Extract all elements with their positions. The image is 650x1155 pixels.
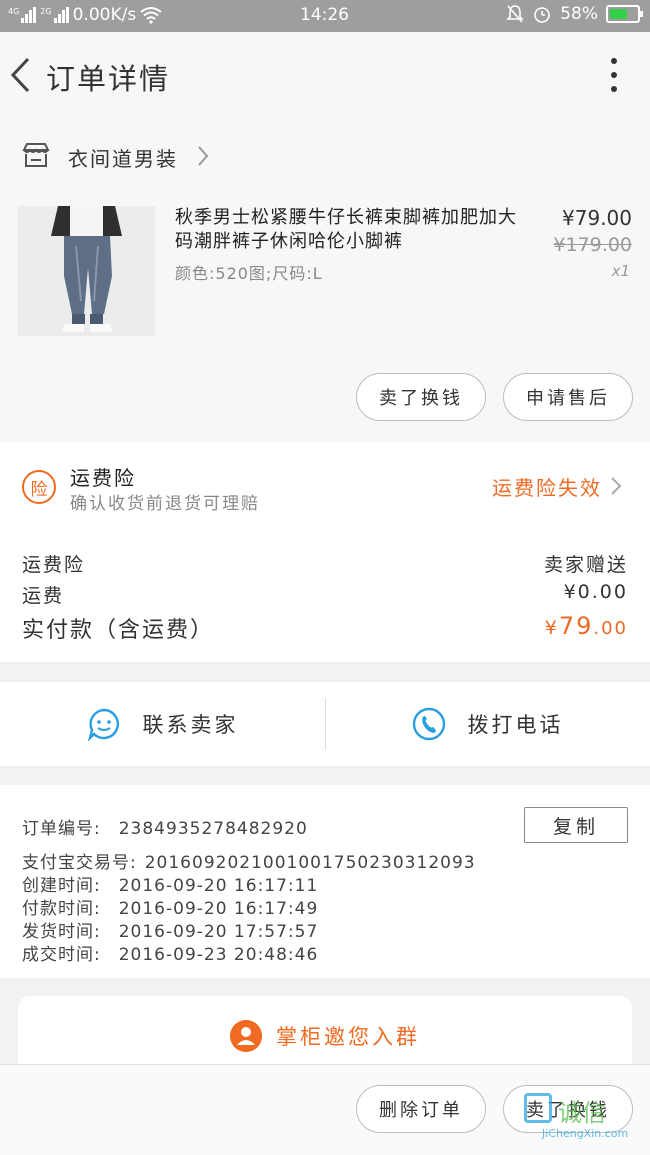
contact-seller-button[interactable]: 联系卖家 xyxy=(0,682,325,766)
site-watermark: 诚信 JiChengXin.com xyxy=(524,1093,644,1149)
fee-row-total: 实付款（含运费） ¥79.00 xyxy=(22,612,628,644)
product-original-price: ¥179.00 xyxy=(553,234,632,256)
back-arrow-icon[interactable] xyxy=(8,56,34,94)
resell-button[interactable]: 卖了换钱 xyxy=(356,373,486,421)
phone-icon xyxy=(412,707,445,741)
delete-order-button[interactable]: 删除订单 xyxy=(356,1085,486,1133)
fee-row-shipping: 运费 ¥0.00 xyxy=(22,581,628,608)
status-right: 58% xyxy=(506,4,643,24)
call-phone-label: 拨打电话 xyxy=(467,713,564,737)
insurance-subtitle: 确认收货前退货可理赔 xyxy=(70,494,260,514)
mute-icon xyxy=(506,5,525,23)
product-image[interactable] xyxy=(18,206,155,336)
contact-seller-label: 联系卖家 xyxy=(142,713,239,737)
watermark-logo-icon xyxy=(524,1093,552,1123)
fee-label: 运费险 xyxy=(22,554,86,576)
network-speed: 0.00K/s xyxy=(72,5,137,25)
product-card: 秋季男士松紧腰牛仔长裤束脚裤加肥加大码潮胖裤子休闲哈伦小脚裤 颜色:520图;尺… xyxy=(0,194,650,442)
order-info: 订单编号: 2384935278482920 复制 支付宝交易号: 20160920… xyxy=(0,785,650,978)
wifi-icon xyxy=(140,7,162,24)
insurance-badge-icon: 险 xyxy=(22,470,56,504)
insurance-title: 运费险 xyxy=(70,466,136,490)
app-header: 订单详情 xyxy=(0,32,650,118)
more-options-icon[interactable] xyxy=(608,58,620,96)
fee-label: 运费 xyxy=(22,585,65,607)
signal-icon: 4G xyxy=(8,7,37,23)
total-label: 实付款（含运费） xyxy=(22,618,215,643)
watermark-brand: 诚信 xyxy=(558,1099,606,1127)
fee-value: 卖家赠送 xyxy=(543,554,628,576)
chevron-right-icon xyxy=(611,477,622,495)
product-spec: 颜色:520图;尺码:L xyxy=(175,264,323,283)
alipay-number: 2016092021001001750230312093 xyxy=(144,853,476,873)
chat-icon xyxy=(87,708,119,741)
watermark-url: JiChengXin.com xyxy=(542,1127,629,1140)
product-price: ¥79.00 xyxy=(562,206,632,230)
status-time: 14:26 xyxy=(300,5,349,25)
page-title: 订单详情 xyxy=(46,62,171,96)
shop-row[interactable]: 衣间道男装 xyxy=(0,118,650,194)
battery-icon xyxy=(606,5,643,23)
order-number: 2384935278482920 xyxy=(118,819,308,839)
contact-bar: 联系卖家 拨打电话 xyxy=(0,682,650,766)
product-quantity: x1 xyxy=(611,262,630,280)
insurance-status[interactable]: 运费险失效 xyxy=(492,472,602,501)
order-number-row: 订单编号: 2384935278482920 xyxy=(22,819,308,839)
status-bar: 4G 2G 0.00K/s 14:26 58% xyxy=(0,0,650,32)
signal-icon-2: 2G xyxy=(40,7,69,23)
fee-value: ¥0.00 xyxy=(563,581,628,603)
total-amount: ¥79.00 xyxy=(544,612,628,640)
completed-time-row: 成交时间: 2016-09-23 20:48:46 xyxy=(22,945,319,965)
created-time-row: 创建时间: 2016-09-20 16:17:11 xyxy=(22,876,319,896)
paid-time-row: 付款时间: 2016-09-20 16:17:49 xyxy=(22,899,319,919)
join-group-label: 掌柜邀您入群 xyxy=(276,1025,420,1049)
status-left: 4G 2G 0.00K/s xyxy=(8,5,162,25)
shipped-time-row: 发货时间: 2016-09-20 17:57:57 xyxy=(22,922,319,942)
call-phone-button[interactable]: 拨打电话 xyxy=(325,682,650,766)
chevron-right-icon xyxy=(198,146,209,166)
shop-icon xyxy=(22,143,50,167)
copy-button[interactable]: 复制 xyxy=(524,807,628,843)
alarm-icon xyxy=(534,7,551,23)
product-name[interactable]: 秋季男士松紧腰牛仔长裤束脚裤加肥加大码潮胖裤子休闲哈伦小脚裤 xyxy=(175,206,520,254)
battery-percent: 58% xyxy=(560,4,598,24)
shop-name: 衣间道男装 xyxy=(68,147,178,171)
insurance-section: 险 运费险 确认收货前退货可理赔 运费险失效 运费险 卖家赠送 运费 ¥0.00… xyxy=(0,442,650,662)
fee-row-insurance: 运费险 卖家赠送 xyxy=(22,550,628,577)
group-icon xyxy=(230,1020,262,1052)
after-sale-button[interactable]: 申请售后 xyxy=(503,373,633,421)
alipay-row: 支付宝交易号: 2016092021001001750230312093 xyxy=(22,853,476,873)
